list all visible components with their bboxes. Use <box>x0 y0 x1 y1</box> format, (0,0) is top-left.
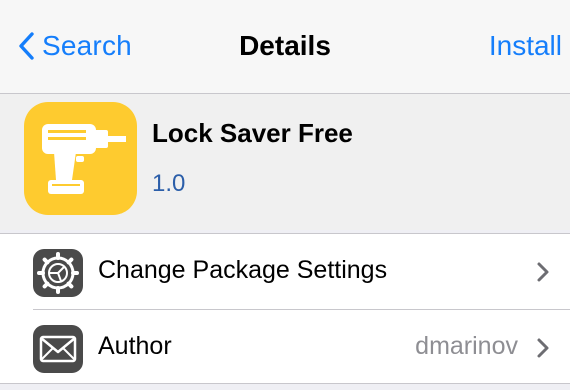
gear-icon <box>33 249 83 297</box>
chevron-right-icon <box>537 338 549 358</box>
change-package-settings-row[interactable]: Change Package Settings <box>0 234 570 310</box>
package-version: 1.0 <box>152 170 186 197</box>
install-button[interactable]: Install <box>489 26 562 66</box>
row-label: Change Package Settings <box>98 256 388 284</box>
list-bottom-border <box>0 383 570 384</box>
chevron-right-icon <box>537 262 549 282</box>
envelope-icon <box>33 325 83 373</box>
drill-icon <box>24 102 137 215</box>
page-title: Details <box>239 30 331 61</box>
author-row[interactable]: Author dmarinov <box>0 310 570 385</box>
details-list: Change Package Settings Author dmarinov <box>0 233 570 384</box>
row-label: Author <box>98 332 172 360</box>
navigation-bar: Search Details Install <box>0 0 570 94</box>
package-name: Lock Saver Free <box>152 118 353 148</box>
author-name: dmarinov <box>415 332 518 360</box>
package-header: Lock Saver Free 1.0 <box>0 94 570 230</box>
